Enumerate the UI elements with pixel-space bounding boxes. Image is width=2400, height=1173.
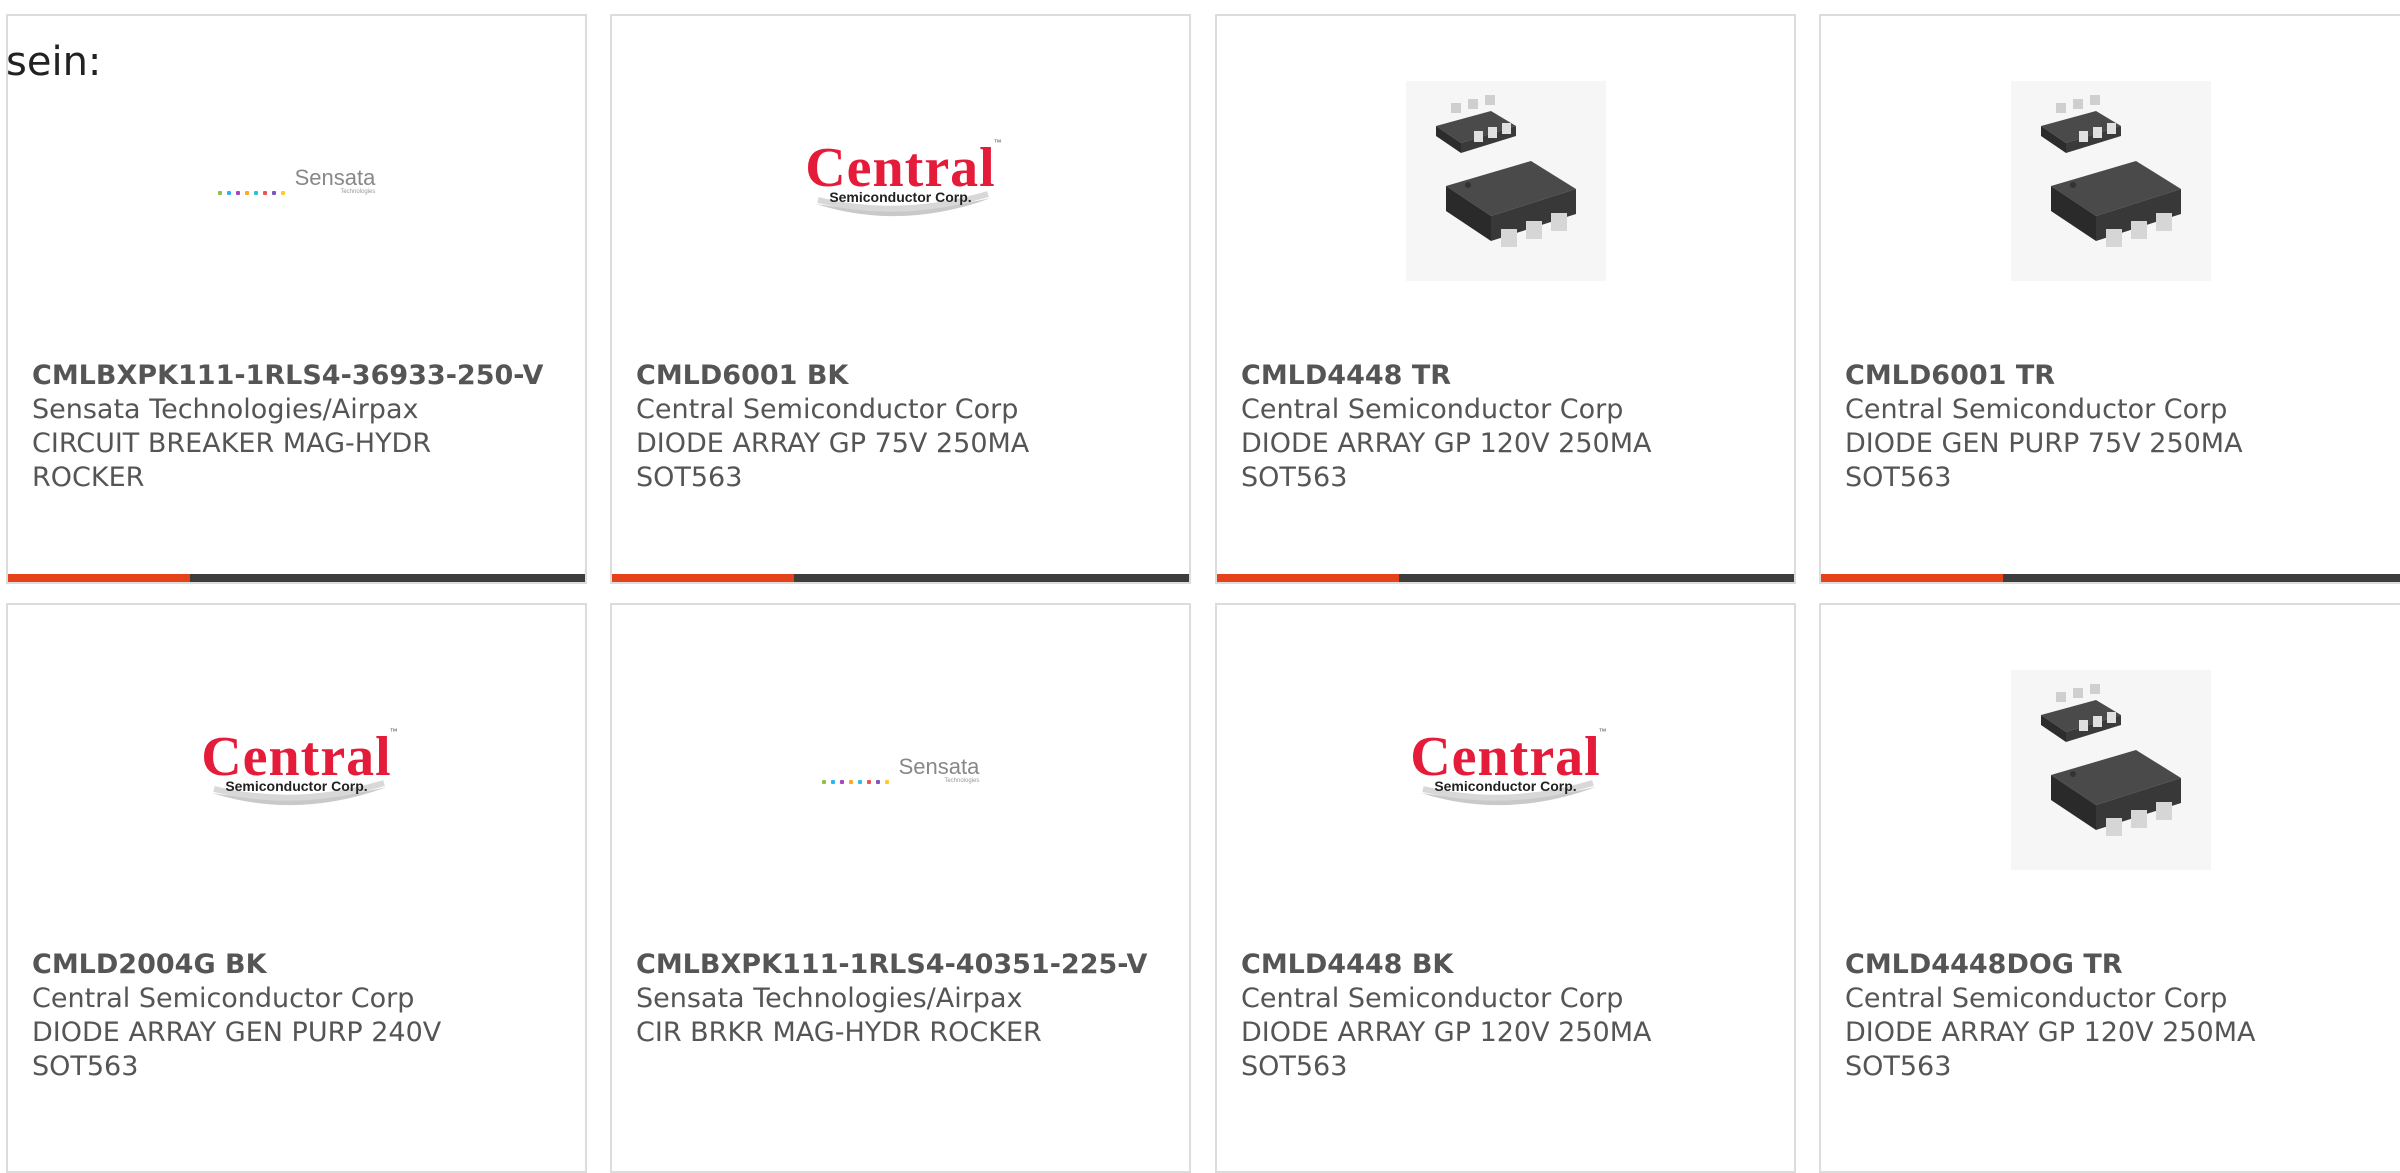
sensata-logo: Sensata Technologies bbox=[217, 165, 376, 195]
trademark-symbol: ™ bbox=[1598, 727, 1607, 736]
description: CIR BRKR MAG-HYDR ROCKER bbox=[636, 1017, 1042, 1048]
part-number-link[interactable]: CMLBXPK111-1RLS4-40351-225-V bbox=[636, 948, 1173, 982]
product-image[interactable]: Central Semiconductor Corp. ™ bbox=[8, 665, 585, 875]
manufacturer: Sensata Technologies/Airpax bbox=[32, 394, 419, 425]
part-number-link[interactable]: CMLD6001 BK bbox=[636, 359, 1173, 393]
manufacturer: Central Semiconductor Corp bbox=[1241, 983, 1624, 1014]
description: SOT563 bbox=[1845, 462, 1952, 493]
product-card[interactable]: CMLD6001 TR Central Semiconductor Corp D… bbox=[1819, 14, 2400, 584]
card-accent-bar bbox=[1217, 574, 1399, 582]
central-subtitle: Semiconductor Corp. bbox=[1434, 778, 1577, 794]
central-wordmark: Central bbox=[805, 137, 996, 199]
central-subtitle: Semiconductor Corp. bbox=[829, 189, 972, 205]
product-image[interactable] bbox=[1821, 665, 2400, 875]
description: DIODE ARRAY GP 120V 250MA bbox=[1845, 1017, 2256, 1048]
part-number-link[interactable]: CMLBXPK111-1RLS4-36933-250-V bbox=[32, 359, 569, 393]
manufacturer: Central Semiconductor Corp bbox=[1241, 394, 1624, 425]
product-info: CMLD4448DOG TR Central Semiconductor Cor… bbox=[1845, 948, 2384, 1084]
central-wordmark: Central bbox=[1410, 726, 1601, 788]
manufacturer: Central Semiconductor Corp bbox=[636, 394, 1019, 425]
part-number-link[interactable]: CMLD4448DOG TR bbox=[1845, 948, 2384, 982]
product-info: CMLD4448 BK Central Semiconductor Corp D… bbox=[1241, 948, 1778, 1084]
card-bottom-bar bbox=[8, 574, 585, 582]
manufacturer: Central Semiconductor Corp bbox=[32, 983, 415, 1014]
product-image[interactable]: Central Semiconductor Corp. ™ bbox=[1217, 665, 1794, 875]
product-info: CMLD2004G BK Central Semiconductor Corp … bbox=[32, 948, 569, 1084]
central-logo: Central Semiconductor Corp. ™ bbox=[796, 136, 1006, 226]
description: SOT563 bbox=[1241, 462, 1348, 493]
part-number-link[interactable]: CMLD6001 TR bbox=[1845, 359, 2384, 393]
description: DIODE ARRAY GP 120V 250MA bbox=[1241, 428, 1652, 459]
product-info: CMLBXPK111-1RLS4-40351-225-V Sensata Tec… bbox=[636, 948, 1173, 1050]
part-number-link[interactable]: CMLD2004G BK bbox=[32, 948, 569, 982]
description: SOT563 bbox=[636, 462, 743, 493]
manufacturer: Sensata Technologies/Airpax bbox=[636, 983, 1023, 1014]
part-number-link[interactable]: CMLD4448 BK bbox=[1241, 948, 1778, 982]
product-image[interactable]: Sensata Technologies bbox=[612, 665, 1189, 875]
intro-text: sein: bbox=[6, 39, 102, 85]
description: SOT563 bbox=[1241, 1051, 1348, 1082]
description: ROCKER bbox=[32, 462, 145, 493]
sot563-package-icon bbox=[2010, 670, 2211, 870]
sensata-wordmark: Sensata bbox=[898, 754, 980, 779]
product-card[interactable]: Sensata Technologies CMLBXPK111-1RLS4-36… bbox=[6, 14, 587, 584]
product-card[interactable]: Central Semiconductor Corp. ™ CMLD4448 B… bbox=[1215, 603, 1796, 1173]
card-accent-bar bbox=[612, 574, 794, 582]
central-subtitle: Semiconductor Corp. bbox=[225, 778, 368, 794]
sensata-logo: Sensata Technologies bbox=[821, 754, 980, 784]
description: DIODE ARRAY GEN PURP 240V bbox=[32, 1017, 442, 1048]
description: DIODE ARRAY GP 75V 250MA bbox=[636, 428, 1030, 459]
description: DIODE ARRAY GP 120V 250MA bbox=[1241, 1017, 1652, 1048]
sensata-dots-icon bbox=[217, 191, 285, 195]
central-logo: Central Semiconductor Corp. ™ bbox=[1401, 725, 1611, 815]
sot563-package-icon bbox=[2010, 81, 2211, 281]
description: SOT563 bbox=[1845, 1051, 1952, 1082]
card-bottom-bar bbox=[1217, 574, 1794, 582]
card-accent-bar bbox=[8, 574, 190, 582]
manufacturer: Central Semiconductor Corp bbox=[1845, 983, 2228, 1014]
trademark-symbol: ™ bbox=[993, 138, 1002, 147]
product-card[interactable]: CMLD4448 TR Central Semiconductor Corp D… bbox=[1215, 14, 1796, 584]
trademark-symbol: ™ bbox=[389, 727, 398, 736]
product-image[interactable]: Central Semiconductor Corp. ™ bbox=[612, 76, 1189, 286]
product-info: CMLD6001 BK Central Semiconductor Corp D… bbox=[636, 359, 1173, 495]
product-image[interactable] bbox=[1821, 76, 2400, 286]
product-card[interactable]: Central Semiconductor Corp. ™ CMLD6001 B… bbox=[610, 14, 1191, 584]
product-info: CMLBXPK111-1RLS4-36933-250-V Sensata Tec… bbox=[32, 359, 569, 495]
sensata-dots-icon bbox=[821, 780, 889, 784]
product-image[interactable]: Sensata Technologies bbox=[8, 76, 585, 286]
part-number-link[interactable]: CMLD4448 TR bbox=[1241, 359, 1778, 393]
manufacturer: Central Semiconductor Corp bbox=[1845, 394, 2228, 425]
card-accent-bar bbox=[1821, 574, 2003, 582]
description: SOT563 bbox=[32, 1051, 139, 1082]
description: CIRCUIT BREAKER MAG-HYDR bbox=[32, 428, 432, 459]
product-card[interactable]: Sensata Technologies CMLBXPK111-1RLS4-40… bbox=[610, 603, 1191, 1173]
product-grid: Sensata Technologies CMLBXPK111-1RLS4-36… bbox=[0, 0, 2400, 1173]
central-wordmark: Central bbox=[201, 726, 392, 788]
product-info: CMLD6001 TR Central Semiconductor Corp D… bbox=[1845, 359, 2384, 495]
product-image[interactable] bbox=[1217, 76, 1794, 286]
central-logo: Central Semiconductor Corp. ™ bbox=[192, 725, 402, 815]
description: DIODE GEN PURP 75V 250MA bbox=[1845, 428, 2243, 459]
product-info: CMLD4448 TR Central Semiconductor Corp D… bbox=[1241, 359, 1778, 495]
sot563-package-icon bbox=[1405, 81, 1606, 281]
card-bottom-bar bbox=[612, 574, 1189, 582]
product-card[interactable]: CMLD4448DOG TR Central Semiconductor Cor… bbox=[1819, 603, 2400, 1173]
card-bottom-bar bbox=[1821, 574, 2400, 582]
product-card[interactable]: Central Semiconductor Corp. ™ CMLD2004G … bbox=[6, 603, 587, 1173]
sensata-wordmark: Sensata bbox=[294, 165, 376, 190]
